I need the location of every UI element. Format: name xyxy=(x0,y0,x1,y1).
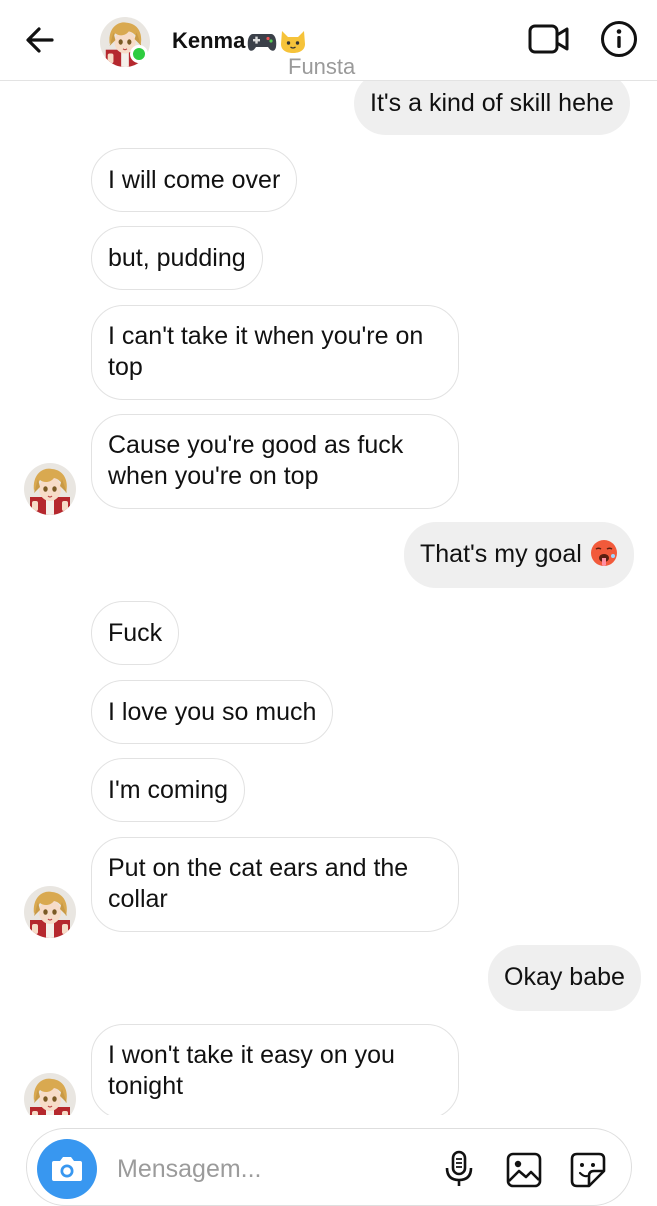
video-call-icon[interactable] xyxy=(528,22,570,56)
message-composer xyxy=(26,1128,632,1206)
message-text: Cause you're good as fuck when you're on… xyxy=(108,431,404,490)
message-bubble-outgoing[interactable]: It's a kind of skill hehe xyxy=(354,72,630,135)
message-bubble-outgoing[interactable]: That's my goal xyxy=(404,522,634,588)
message-bubble-incoming[interactable]: I will come over xyxy=(91,148,298,212)
message-bubble-incoming[interactable]: I won't take it easy on you tonight xyxy=(91,1024,459,1119)
message-text: Okay babe xyxy=(504,963,625,991)
message-text: I will come over xyxy=(108,166,281,194)
message-bubble-incoming[interactable]: Cause you're good as fuck when you're on… xyxy=(91,414,459,509)
sender-avatar[interactable] xyxy=(24,463,76,515)
message-text: It's a kind of skill hehe xyxy=(370,89,614,117)
message-text: Fuck xyxy=(108,619,163,647)
hot-face-emoji xyxy=(590,539,618,567)
info-icon[interactable] xyxy=(600,20,638,58)
message-bubble-incoming[interactable]: I love you so much xyxy=(91,680,334,744)
online-status-dot xyxy=(130,45,148,63)
back-arrow-icon[interactable] xyxy=(22,22,58,58)
sender-avatar[interactable] xyxy=(24,886,76,938)
chat-header: Kenma Funsta xyxy=(0,0,657,81)
message-text: That's my goal xyxy=(420,540,582,568)
game-controller-emoji xyxy=(247,28,277,54)
message-input[interactable] xyxy=(115,1151,419,1187)
cat-face-emoji xyxy=(279,28,309,54)
message-text: I'm coming xyxy=(108,776,229,804)
message-text: I won't take it easy on you tonight xyxy=(108,1041,395,1100)
message-bubble-incoming[interactable]: I can't take it when you're on top xyxy=(91,305,459,400)
message-text: Put on the cat ears and the collar xyxy=(108,854,409,913)
message-bubble-incoming[interactable]: I'm coming xyxy=(91,758,246,822)
message-bubble-incoming[interactable]: but, pudding xyxy=(91,226,263,290)
message-text: I can't take it when you're on top xyxy=(108,322,424,381)
message-bubble-outgoing[interactable]: Okay babe xyxy=(488,945,641,1011)
message-bubble-incoming[interactable]: Put on the cat ears and the collar xyxy=(91,837,459,932)
message-bubble-incoming[interactable]: Fuck xyxy=(91,601,180,665)
camera-icon[interactable] xyxy=(37,1139,97,1199)
message-text: I love you so much xyxy=(108,698,317,726)
contact-name-row[interactable]: Kenma xyxy=(172,28,309,54)
contact-name[interactable]: Kenma xyxy=(172,28,245,54)
sticker-icon[interactable] xyxy=(569,1151,607,1189)
gallery-icon[interactable] xyxy=(505,1151,543,1189)
sender-avatar[interactable] xyxy=(24,1073,76,1115)
microphone-icon[interactable] xyxy=(441,1149,477,1189)
message-text: but, pudding xyxy=(108,244,246,272)
account-subtitle: Funsta xyxy=(288,54,356,79)
